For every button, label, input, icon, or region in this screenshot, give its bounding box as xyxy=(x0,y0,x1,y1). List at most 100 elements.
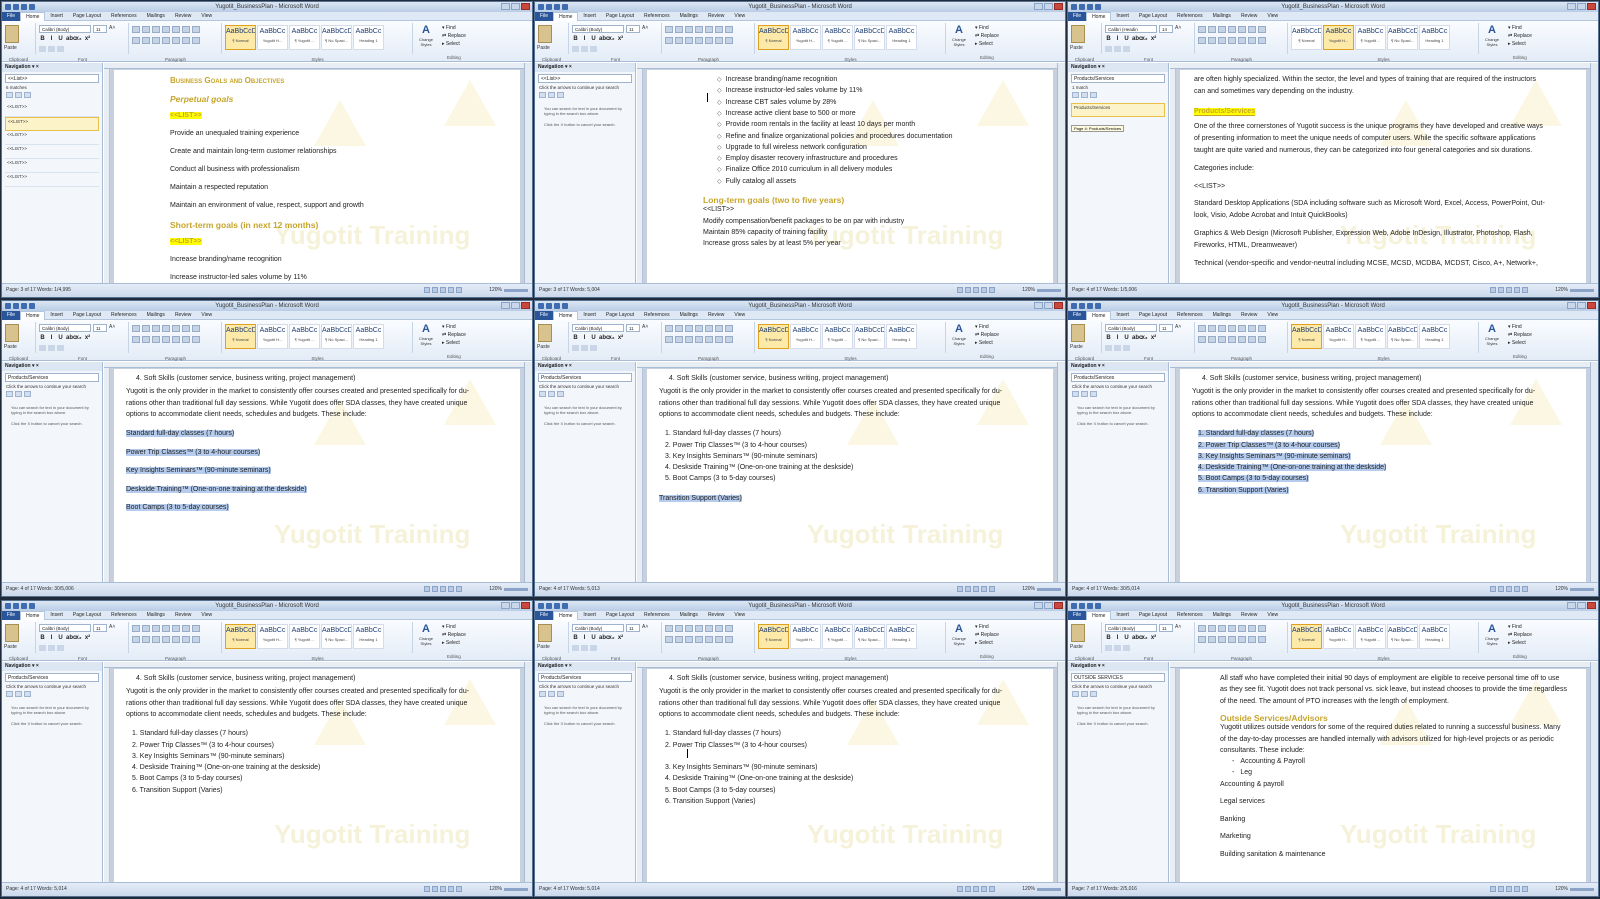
bullets-icon[interactable] xyxy=(132,325,140,332)
style-2[interactable]: AaBbCc ¶ Yugotit ... xyxy=(822,624,853,649)
multilevel-icon[interactable] xyxy=(685,26,693,33)
font-color-icon[interactable] xyxy=(1123,46,1130,52)
font-color-icon[interactable] xyxy=(57,46,64,52)
save-icon[interactable] xyxy=(1079,303,1085,309)
numbering-icon[interactable] xyxy=(1208,325,1216,332)
font-size-select[interactable]: 11 xyxy=(93,25,107,33)
minimize-icon[interactable] xyxy=(1034,602,1043,609)
tab-view[interactable]: View xyxy=(729,312,750,318)
web-layout-icon[interactable] xyxy=(440,586,446,592)
find-button[interactable]: ▾ Find xyxy=(442,323,466,331)
word-icon[interactable] xyxy=(1071,603,1077,609)
multilevel-icon[interactable] xyxy=(1218,26,1226,33)
select-button[interactable]: ▸ Select xyxy=(442,639,466,647)
multilevel-icon[interactable] xyxy=(1218,325,1226,332)
show-marks-icon[interactable] xyxy=(725,625,733,632)
print-layout-icon[interactable] xyxy=(957,586,963,592)
style-1[interactable]: AaBbCc Yugotit H... xyxy=(257,324,288,349)
justify-icon[interactable] xyxy=(1228,636,1236,643)
headings-view-icon[interactable] xyxy=(1072,691,1079,697)
style-3[interactable]: AaBbCcDc ¶ No Spaci... xyxy=(321,324,352,349)
tab-file[interactable]: File xyxy=(2,11,21,21)
shading-icon[interactable] xyxy=(182,37,190,44)
tab-view[interactable]: View xyxy=(1262,13,1283,19)
format-bold-button[interactable]: B xyxy=(572,335,579,342)
shading-icon[interactable] xyxy=(715,336,723,343)
font-color-icon[interactable] xyxy=(57,645,64,651)
format-subscript-button[interactable]: x₂ xyxy=(608,635,615,642)
increase-indent-icon[interactable] xyxy=(705,625,713,632)
tab-home[interactable]: Home xyxy=(553,310,579,320)
results-view-icon[interactable] xyxy=(1090,391,1097,397)
print-layout-icon[interactable] xyxy=(424,586,430,592)
change-styles-button[interactable]: A Change Styles xyxy=(948,23,970,48)
style-0[interactable]: AaBbCcDc ¶ Normal xyxy=(1291,624,1322,649)
change-styles-button[interactable]: A Change Styles xyxy=(1481,322,1503,347)
change-styles-button[interactable]: A Change Styles xyxy=(948,322,970,347)
close-icon[interactable] xyxy=(521,602,530,609)
text-effects-icon[interactable] xyxy=(39,345,46,351)
tab-mailings[interactable]: Mailings xyxy=(675,612,703,618)
redo-icon[interactable] xyxy=(1095,303,1101,309)
center-icon[interactable] xyxy=(1208,336,1216,343)
style-4[interactable]: AaBbCc Heading 1 xyxy=(353,324,384,349)
document-page[interactable]: Yugotit TrainingIncrease branding/name r… xyxy=(647,70,1053,283)
maximize-icon[interactable] xyxy=(511,3,520,10)
shading-icon[interactable] xyxy=(1248,336,1256,343)
tab-references[interactable]: References xyxy=(106,13,142,19)
pages-view-icon[interactable] xyxy=(1081,92,1088,98)
zoom-slider[interactable] xyxy=(504,289,528,292)
bullets-icon[interactable] xyxy=(1198,325,1206,332)
maximize-icon[interactable] xyxy=(1577,602,1586,609)
font-name-select[interactable]: Calibri (Body) xyxy=(39,324,91,332)
format-strikethrough-button[interactable]: abc xyxy=(1132,36,1142,43)
close-icon[interactable] xyxy=(1054,302,1063,309)
tab-mailings[interactable]: Mailings xyxy=(1208,312,1236,318)
format-strikethrough-button[interactable]: abc xyxy=(66,36,76,43)
outline-icon[interactable] xyxy=(981,287,987,293)
undo-icon[interactable] xyxy=(1087,303,1093,309)
nav-result-item[interactable]: <<LIST>> xyxy=(5,145,99,159)
format-underline-button[interactable]: U xyxy=(1123,635,1130,642)
nav-result-item[interactable]: <<LIST>> xyxy=(5,131,99,145)
font-name-select[interactable]: Calibri (Body) xyxy=(1105,324,1157,332)
font-color-icon[interactable] xyxy=(590,345,597,351)
minimize-icon[interactable] xyxy=(1567,3,1576,10)
tab-view[interactable]: View xyxy=(196,13,217,19)
bullets-icon[interactable] xyxy=(665,26,673,33)
zoom-slider[interactable] xyxy=(1037,888,1061,891)
nav-search-input[interactable]: <<List>> xyxy=(538,74,632,83)
minimize-icon[interactable] xyxy=(1567,602,1576,609)
format-subscript-button[interactable]: x₂ xyxy=(1141,635,1148,642)
shading-icon[interactable] xyxy=(1248,37,1256,44)
align-right-icon[interactable] xyxy=(152,636,160,643)
tab-file[interactable]: File xyxy=(535,310,554,320)
decrease-indent-icon[interactable] xyxy=(695,26,703,33)
increase-indent-icon[interactable] xyxy=(705,325,713,332)
document-page[interactable]: Yugotit Training 4. Soft Skills (customer… xyxy=(114,669,520,882)
tab-home[interactable]: Home xyxy=(553,11,579,21)
increase-indent-icon[interactable] xyxy=(1238,325,1246,332)
nav-search-input[interactable]: Products/Services xyxy=(1071,373,1165,382)
font-size-select[interactable]: 14 xyxy=(1159,25,1173,33)
save-icon[interactable] xyxy=(546,303,552,309)
style-1[interactable]: AaBbCc Yugotit H... xyxy=(790,624,821,649)
increase-indent-icon[interactable] xyxy=(172,325,180,332)
numbering-icon[interactable] xyxy=(675,325,683,332)
center-icon[interactable] xyxy=(675,636,683,643)
replace-button[interactable]: ⇄ Replace xyxy=(975,631,999,639)
tab-mailings[interactable]: Mailings xyxy=(142,612,170,618)
replace-button[interactable]: ⇄ Replace xyxy=(1508,631,1532,639)
line-spacing-icon[interactable] xyxy=(1238,336,1246,343)
headings-view-icon[interactable] xyxy=(6,92,13,98)
style-4[interactable]: AaBbCc Heading 1 xyxy=(1419,624,1450,649)
outline-icon[interactable] xyxy=(1514,287,1520,293)
draft-icon[interactable] xyxy=(1522,586,1528,592)
line-spacing-icon[interactable] xyxy=(1238,37,1246,44)
style-4[interactable]: AaBbCc Heading 1 xyxy=(1419,324,1450,349)
close-icon[interactable] xyxy=(1054,602,1063,609)
tab-insert[interactable]: Insert xyxy=(578,13,601,19)
format-underline-button[interactable]: U xyxy=(590,36,597,43)
full-screen-icon[interactable] xyxy=(1498,586,1504,592)
save-icon[interactable] xyxy=(13,4,19,10)
